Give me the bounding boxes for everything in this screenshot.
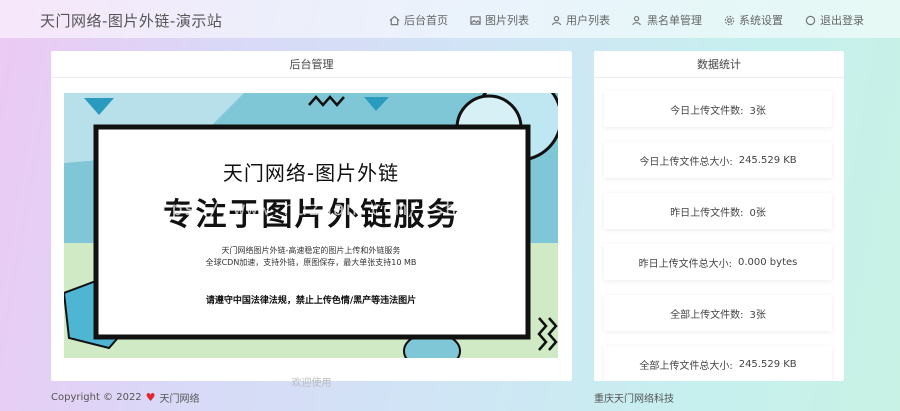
image-icon	[470, 15, 481, 25]
stat-label: 全部上传文件数:	[670, 309, 744, 321]
banner-watermark: https://www.huzhan.com/ishop289	[134, 198, 520, 220]
stat-value: 3张	[749, 105, 766, 117]
stat-yesterday-size: 昨日上传文件总大小: 0.000 bytes	[604, 244, 832, 280]
banner-title: 天门网络-图片外链	[222, 161, 400, 185]
promo-banner: 天门网络-图片外链 专注于图片外链服务 天门网络图片外链-高速稳定的图片上传和外…	[64, 93, 558, 358]
statistics-panel-title: 数据统计	[594, 51, 844, 78]
stat-total-count: 全部上传文件数: 3张	[604, 295, 832, 331]
admin-panel: 后台管理 天门网络-图片外链 专注于图片外链服务 天门网络图片外链-高速稳定的图…	[51, 51, 572, 389]
welcome-label: 欢迎使用	[291, 378, 332, 389]
nav-item-label: 后台首页	[404, 14, 448, 27]
nav-item-blacklist[interactable]: 黑名单管理	[632, 12, 702, 28]
banner-line1: 天门网络图片外链-高速稳定的图片上传和外链服务	[221, 246, 401, 255]
stat-today-count: 今日上传文件数: 3张	[604, 91, 832, 127]
stat-label: 全部上传文件总大小:	[639, 360, 733, 372]
stat-label: 昨日上传文件总大小:	[638, 258, 732, 270]
site-title[interactable]: 天门网络-图片外链-演示站	[40, 10, 222, 31]
stat-label: 今日上传文件总大小:	[639, 156, 733, 168]
top-header: 天门网络-图片外链-演示站 后台首页 图片列表 用户列表 黑名单管理 系统设置 …	[0, 0, 900, 38]
top-nav: 后台首页 图片列表 用户列表 黑名单管理 系统设置 退出登录	[389, 12, 864, 28]
stat-yesterday-count: 昨日上传文件数: 0张	[604, 193, 832, 229]
logout-icon	[805, 15, 816, 25]
nav-item-label: 图片列表	[485, 14, 529, 27]
statistics-panel: 数据统计 今日上传文件数: 3张 今日上传文件总大小: 245.529 KB 昨…	[594, 51, 844, 381]
stat-label: 今日上传文件数:	[670, 105, 744, 117]
stat-value: 0.000 bytes	[738, 256, 798, 268]
stat-value: 245.529 KB	[738, 154, 797, 166]
banner-line2: 全球CDN加速，支持外链，原图保存，最大单张支持10 MB	[205, 258, 417, 267]
user-icon	[551, 15, 562, 25]
nav-item-image-list[interactable]: 图片列表	[470, 12, 529, 28]
copyright-text: Copyright © 2022	[51, 392, 142, 403]
nav-item-logout[interactable]: 退出登录	[805, 12, 864, 28]
stat-today-size: 今日上传文件总大小: 245.529 KB	[604, 142, 832, 178]
nav-item-label: 用户列表	[566, 14, 610, 27]
stat-label: 昨日上传文件数:	[670, 207, 744, 219]
footer-company: 重庆天门网络科技	[594, 394, 674, 405]
home-icon	[389, 15, 400, 25]
nav-item-label: 黑名单管理	[647, 14, 702, 27]
footer-copyright: Copyright © 2022 ♥ 天门网络	[51, 390, 200, 405]
admin-panel-title: 后台管理	[51, 51, 572, 78]
stat-value: 245.529 KB	[738, 358, 797, 370]
nav-item-label: 退出登录	[820, 14, 864, 27]
stat-total-size: 全部上传文件总大小: 245.529 KB	[604, 346, 832, 381]
stat-value: 3张	[749, 309, 766, 321]
nav-item-label: 系统设置	[739, 14, 783, 27]
banner-notice: 请遵守中国法律法规，禁止上传色情/黑产等违法图片	[205, 296, 417, 306]
heart-icon: ♥	[145, 391, 156, 404]
nav-item-home[interactable]: 后台首页	[389, 12, 448, 28]
nav-item-user-list[interactable]: 用户列表	[551, 12, 610, 28]
gear-icon	[724, 15, 735, 25]
user-block-icon	[632, 15, 641, 25]
stat-value: 0张	[749, 207, 766, 219]
nav-item-settings[interactable]: 系统设置	[724, 12, 783, 28]
company-link[interactable]: 天门网络	[160, 390, 200, 405]
